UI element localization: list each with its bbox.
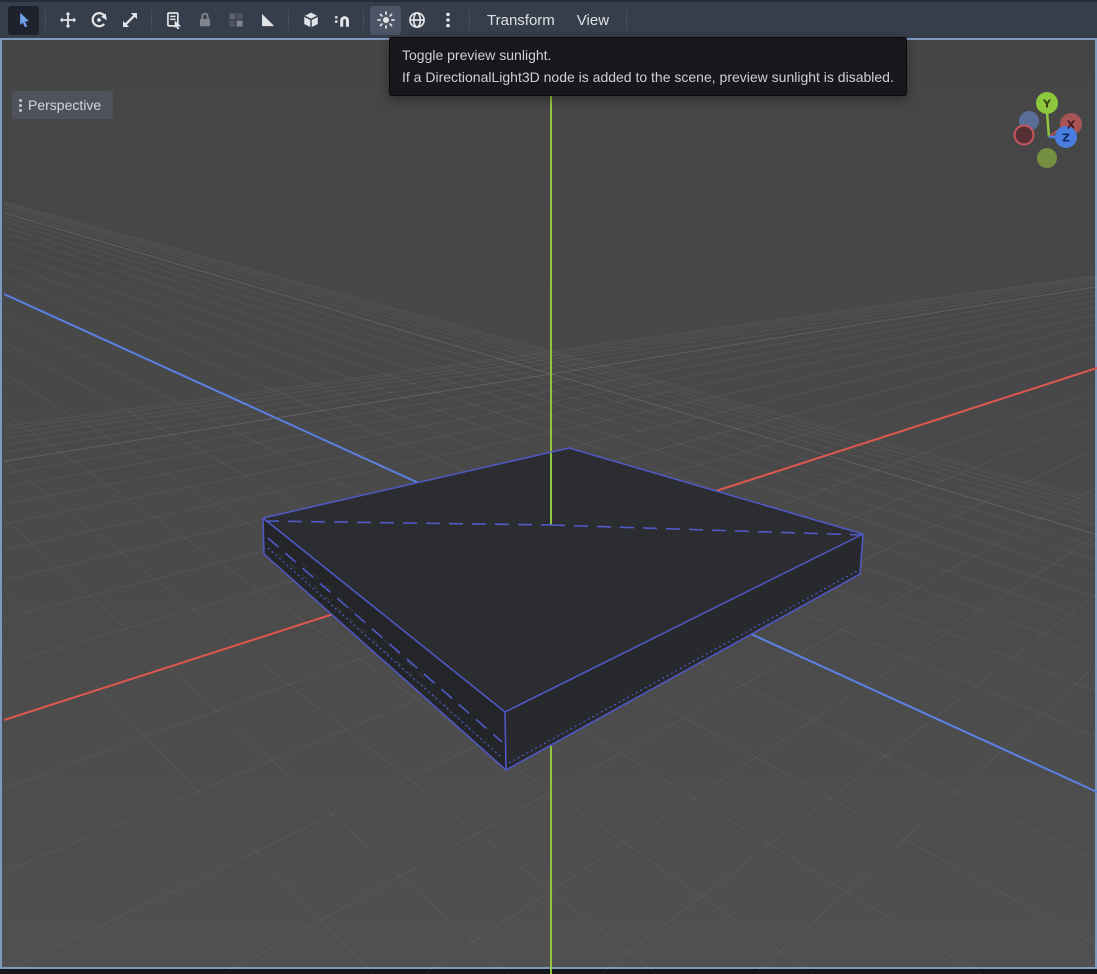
cube-icon bbox=[302, 11, 320, 29]
magnet-icon bbox=[333, 11, 351, 29]
toolbar-separator bbox=[288, 9, 289, 31]
preview-sunlight-toggle-button[interactable] bbox=[370, 6, 401, 35]
local-space-toggle-button[interactable] bbox=[295, 6, 326, 35]
snap-toggle-button[interactable] bbox=[326, 6, 357, 35]
vertical-ellipsis-icon bbox=[439, 11, 457, 29]
scale-arrows-icon bbox=[121, 11, 139, 29]
rotate-tool-button[interactable] bbox=[83, 6, 114, 35]
sunlight-tooltip: Toggle preview sunlight. If a Directiona… bbox=[389, 37, 907, 96]
gizmo-y-label: Y bbox=[1042, 98, 1052, 111]
lock-icon bbox=[196, 11, 214, 29]
group-icon bbox=[227, 11, 245, 29]
cursor-arrow-icon bbox=[15, 11, 33, 29]
projection-selector[interactable]: Perspective bbox=[12, 91, 113, 119]
select-tool-button[interactable] bbox=[8, 6, 39, 35]
toolbar-separator bbox=[151, 9, 152, 31]
list-cursor-icon bbox=[165, 11, 183, 29]
toolbar-separator bbox=[45, 9, 46, 31]
toolbar-separator bbox=[469, 9, 470, 31]
gizmo-neg-y-ball[interactable] bbox=[1037, 148, 1057, 168]
scene-canvas[interactable]: Y X Z bbox=[4, 80, 1097, 974]
ruler-triangle-icon bbox=[258, 11, 276, 29]
ruler-tool-button[interactable] bbox=[251, 6, 282, 35]
move-arrows-icon bbox=[59, 11, 77, 29]
globe-icon bbox=[408, 11, 426, 29]
gizmo-neg-x-ball[interactable] bbox=[1015, 126, 1034, 145]
transform-menu[interactable]: Transform bbox=[476, 6, 566, 35]
toolbar-separator bbox=[626, 9, 627, 31]
projection-label: Perspective bbox=[28, 97, 101, 113]
preview-environment-toggle-button[interactable] bbox=[401, 6, 432, 35]
gizmo-z-label: Z bbox=[1062, 132, 1070, 145]
gizmo-x-label: X bbox=[1067, 119, 1076, 132]
view-menu[interactable]: View bbox=[566, 6, 620, 35]
more-options-button[interactable] bbox=[432, 6, 463, 35]
scale-tool-button[interactable] bbox=[114, 6, 145, 35]
lock-selected-button[interactable] bbox=[189, 6, 220, 35]
csg-box-mesh[interactable] bbox=[263, 448, 863, 770]
list-select-tool-button[interactable] bbox=[158, 6, 189, 35]
group-selected-button[interactable] bbox=[220, 6, 251, 35]
sun-icon bbox=[377, 11, 395, 29]
toolbar-separator bbox=[363, 9, 364, 31]
view-gizmo[interactable]: Y X Z bbox=[1015, 92, 1083, 168]
godot-3d-editor: Transform View bbox=[0, 0, 1097, 974]
rotate-arrow-icon bbox=[90, 11, 108, 29]
viewport-3d[interactable]: Y X Z Perspective bbox=[0, 38, 1097, 969]
tooltip-line-2: If a DirectionalLight3D node is added to… bbox=[402, 66, 894, 88]
move-tool-button[interactable] bbox=[52, 6, 83, 35]
viewport-toolbar: Transform View bbox=[0, 0, 1097, 38]
vertical-ellipsis-icon bbox=[19, 99, 22, 112]
tooltip-line-1: Toggle preview sunlight. bbox=[402, 44, 894, 66]
